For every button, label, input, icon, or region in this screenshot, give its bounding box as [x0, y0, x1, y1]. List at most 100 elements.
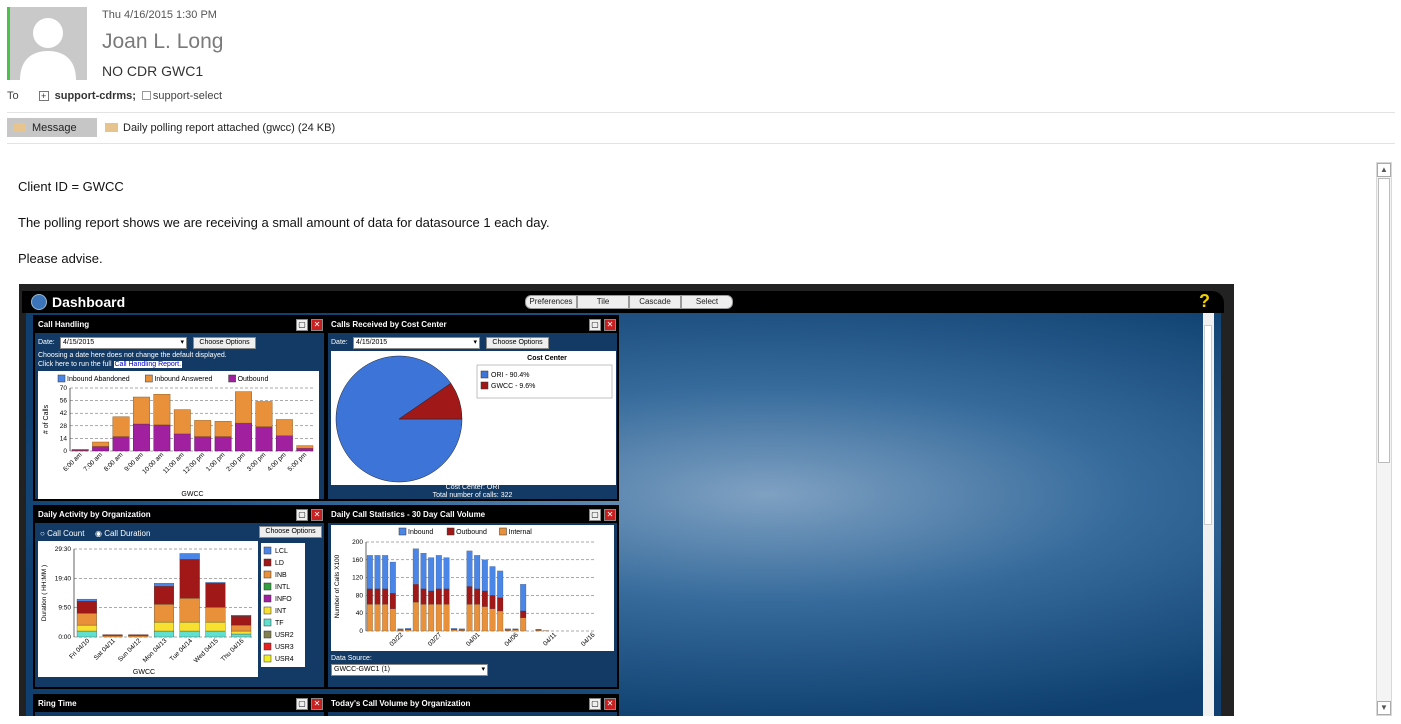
data-source-select[interactable]: GWCC-GWC1 (1) ▾ [331, 664, 488, 676]
panel-cost-center: Calls Received by Cost Center ▢ ✕ Date: 4… [326, 315, 619, 501]
scroll-up-icon[interactable]: ▲ [1377, 163, 1391, 177]
dashboard-title: Dashboard [52, 294, 126, 310]
legend-label: INB [275, 572, 287, 579]
x-tick-label: 03/22 [388, 631, 405, 648]
date-select[interactable]: 4/15/2015 ▾ [353, 337, 480, 349]
dashboard-scrollbar[interactable] [1203, 313, 1214, 716]
bar-segment-inb [128, 635, 149, 638]
sender-name[interactable]: Joan L. Long [102, 30, 223, 54]
report-link[interactable]: Call Handling Report. [113, 361, 183, 368]
bar-segment-internal [481, 606, 488, 632]
tile-button[interactable]: Tile [577, 295, 629, 309]
preferences-button[interactable]: Preferences [525, 295, 577, 309]
scroll-thumb[interactable] [1378, 178, 1390, 463]
date-note: Choosing a date here does not change the… [38, 352, 227, 359]
choose-options-button[interactable]: Choose Options [259, 526, 322, 538]
panel-title-text: Daily Call Statistics - 30 Day Call Volu… [331, 510, 486, 519]
call-count-label: Call Count [47, 529, 85, 538]
bar-segment-lcl [231, 615, 252, 617]
legend-label: USR2 [275, 632, 294, 639]
bar-segment-int [153, 621, 175, 632]
recipient-support-cdrms[interactable]: support-cdrms; [55, 90, 136, 102]
recipient-support-select[interactable]: support-select [141, 90, 222, 102]
scroll-down-icon[interactable]: ▼ [1377, 701, 1391, 715]
close-icon[interactable]: ✕ [311, 509, 323, 521]
legend-label: INTL [275, 584, 290, 591]
bar-segment-ld [128, 634, 149, 636]
divider [7, 143, 1395, 144]
bar-segment-outbound [481, 590, 488, 607]
maximize-icon[interactable]: ▢ [296, 319, 308, 331]
bar-segment-lcl [205, 582, 226, 584]
body-line: Please advise. [18, 251, 103, 266]
bar-segment-ld [231, 615, 252, 626]
bar-segment-tf [153, 630, 175, 638]
choose-options-button[interactable]: Choose Options [193, 337, 256, 349]
bar-segment-outbound [443, 588, 450, 605]
vertical-scrollbar[interactable]: ▲ ▼ [1376, 162, 1392, 716]
bar-segment-internal [397, 630, 404, 632]
bar-segment-inb [179, 598, 200, 623]
bar-segment-internal [497, 610, 504, 632]
panel-title-text: Ring Time [38, 699, 77, 708]
bar-segment-outbound [466, 586, 473, 605]
legend-swatch [263, 582, 272, 591]
legend-label: LCL [275, 548, 288, 555]
close-icon[interactable]: ✕ [604, 698, 616, 710]
panel-daily-activity: Daily Activity by Organization ▢ ✕ ○ Call… [33, 505, 326, 689]
maximize-icon[interactable]: ▢ [589, 698, 601, 710]
maximize-icon[interactable]: ▢ [296, 509, 308, 521]
maximize-icon[interactable]: ▢ [589, 509, 601, 521]
maximize-icon[interactable]: ▢ [589, 319, 601, 331]
bar-segment-int [179, 621, 200, 632]
legend-label: USR4 [275, 656, 294, 663]
message-tab-label: Message [32, 121, 77, 134]
select-button[interactable]: Select [681, 295, 733, 309]
message-tab[interactable]: Message [7, 118, 97, 137]
bar-segment-inbound [405, 628, 412, 630]
call-duration-radio[interactable]: ◉ Call Duration [95, 529, 150, 538]
close-icon[interactable]: ✕ [604, 319, 616, 331]
bar-outbound [133, 423, 150, 452]
choose-options-button[interactable]: Choose Options [486, 337, 549, 349]
expand-group-icon[interactable]: + [38, 91, 49, 101]
close-icon[interactable]: ✕ [311, 319, 323, 331]
maximize-icon[interactable]: ▢ [296, 698, 308, 710]
bar-segment-outbound [489, 595, 496, 609]
x-tick-label: 8:00 am [103, 451, 125, 473]
bar-outbound [214, 436, 232, 452]
call-duration-label: Call Duration [104, 529, 151, 538]
y-tick-label: 120 [352, 575, 363, 582]
panel-title-text: Daily Activity by Organization [38, 510, 151, 519]
to-row: To + support-cdrms; support-select [7, 90, 222, 102]
close-icon[interactable]: ✕ [311, 698, 323, 710]
legend-label: USR3 [275, 644, 294, 651]
x-tick-label: 03/27 [427, 631, 444, 648]
legend-swatch [263, 570, 272, 579]
bar-outbound [194, 436, 212, 452]
daily-activity-legend: LCL LD INB INTL INFO INT TF USR2 USR3 USR4 [261, 543, 305, 667]
cascade-button[interactable]: Cascade [629, 295, 681, 309]
attachment[interactable]: Daily polling report attached (gwcc) (24… [105, 118, 335, 137]
subject: NO CDR GWC1 [102, 63, 204, 79]
help-icon[interactable]: ? [1199, 291, 1210, 312]
scroll-thumb[interactable] [1204, 325, 1212, 525]
date-select[interactable]: 4/15/2015 ▾ [60, 337, 187, 349]
x-tick-label: 04/06 [503, 631, 520, 648]
bar-segment-inb [231, 624, 252, 632]
daily-stats-chart: Inbound Outbound Internal 200 160 120 80 40 0 Num… [331, 525, 614, 651]
dashboard-logo-icon [31, 294, 47, 310]
bar-segment-int [231, 630, 252, 635]
panel-title: Calls Received by Cost Center ▢ ✕ [328, 317, 617, 333]
legend-label: Inbound Abandoned [67, 376, 130, 383]
bar-outbound [173, 433, 191, 452]
bar-outbound [275, 435, 293, 452]
x-tick-label: Thu 04/16 [220, 637, 246, 663]
legend-swatch [263, 618, 272, 627]
call-count-radio[interactable]: ○ Call Count [40, 529, 84, 538]
cost-center-pie-svg: Cost Center ORI - 90.4% GWCC - 9.6% [335, 355, 613, 483]
bar-segment-outbound [389, 593, 396, 609]
panel-call-handling: Call Handling ▢ ✕ Date: 4/15/2015 ▾ Choose… [33, 315, 326, 501]
close-icon[interactable]: ✕ [604, 509, 616, 521]
bar-inbound-answered [173, 409, 191, 435]
